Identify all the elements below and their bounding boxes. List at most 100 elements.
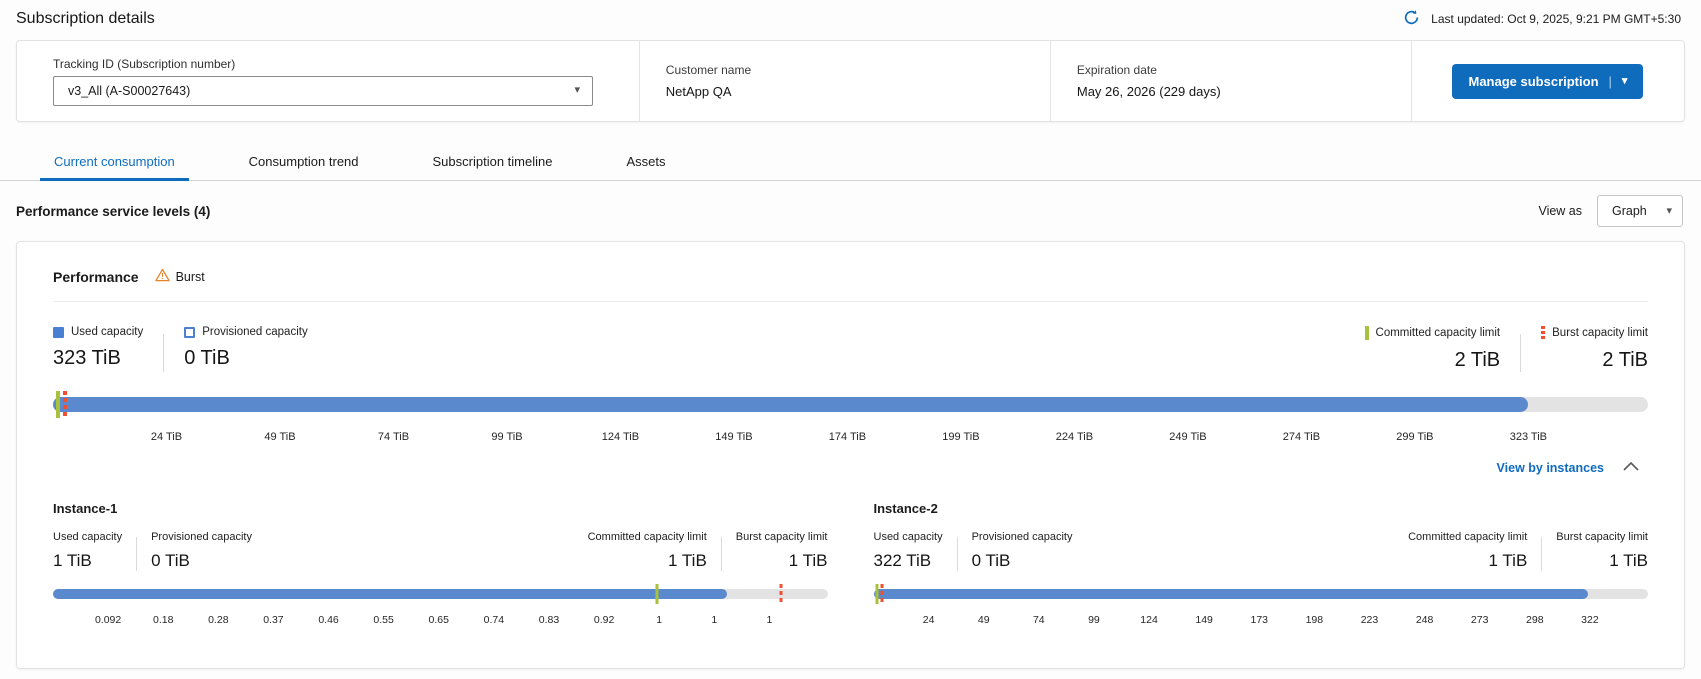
page-title: Subscription details [16,10,155,28]
axis-tick-label: 299 TiB [1396,431,1433,443]
axis-tick-label: 0.46 [318,614,338,626]
provisioned-capacity-value: 0 TiB [972,551,1073,571]
performance-card: Performance Burst Used capacity 323 TiB … [16,241,1685,669]
axis-tick-label: 223 [1361,614,1379,626]
manage-subscription-section: Manage subscription | ▾ [1412,41,1684,121]
legend-left-group: Used capacity 323 TiB Provisioned capaci… [53,326,308,372]
chevron-up-icon[interactable] [1622,459,1640,477]
axis-tick-label: 124 [1140,614,1158,626]
axis-tick-label: 0.18 [153,614,173,626]
performance-title: Performance [53,269,139,285]
burst-limit-swatch-icon [1541,326,1545,340]
axis-tick-label: 99 [1088,614,1100,626]
axis-tick-label: 149 TiB [715,431,752,443]
button-separator: | [1609,74,1612,89]
tab-current-consumption[interactable]: Current consumption [40,144,189,180]
stat-divider [1541,537,1542,571]
instance-capacity-axis: 0.0920.180.280.370.460.550.650.740.830.9… [53,614,828,630]
instance-committed-stat: Committed capacity limit 1 TiB [588,531,707,571]
burst-limit-marker [63,391,67,418]
tab-consumption-trend[interactable]: Consumption trend [235,144,373,180]
chevron-down-icon: ▾ [1622,76,1628,87]
refresh-button[interactable] [1403,9,1420,29]
committed-limit-marker [56,391,60,418]
tab-subscription-timeline[interactable]: Subscription timeline [419,144,567,180]
burst-limit-value: 2 TiB [1602,349,1648,372]
provisioned-capacity-label: Provisioned capacity [202,326,307,338]
axis-tick-label: 24 [923,614,935,626]
burst-limit-marker [780,584,783,604]
last-updated-area: Last updated: Oct 9, 2025, 9:21 PM GMT+5… [1403,9,1681,29]
axis-tick-label: 49 TiB [264,431,295,443]
burst-limit-label: Burst capacity limit [1556,531,1648,543]
tab-bar: Current consumption Consumption trend Su… [0,144,1701,181]
axis-tick-label: 0.28 [208,614,228,626]
axis-tick-label: 0.65 [429,614,449,626]
stat-divider [957,537,958,571]
axis-tick-label: 323 TiB [1510,431,1547,443]
provisioned-capacity-label: Provisioned capacity [972,531,1073,543]
capacity-bar-fill [53,589,727,599]
instance-committed-stat: Committed capacity limit 1 TiB [1408,531,1527,571]
burst-warning-badge: Burst [155,268,205,285]
committed-limit-swatch-icon [1365,326,1369,340]
committed-limit-value: 1 TiB [1489,551,1528,571]
committed-limit-marker [875,584,878,604]
provisioned-capacity-value: 0 TiB [184,347,307,370]
manage-subscription-button[interactable]: Manage subscription | ▾ [1452,64,1643,99]
axis-tick-label: 0.74 [484,614,504,626]
axis-tick-label: 0.83 [539,614,559,626]
tracking-id-section: Tracking ID (Subscription number) v3_All… [17,41,639,121]
instance-burst-stat: Burst capacity limit 1 TiB [736,531,828,571]
axis-tick-label: 49 [978,614,990,626]
axis-tick-label: 74 TiB [378,431,409,443]
provisioned-capacity-swatch-icon [184,327,195,338]
subscription-summary-card: Tracking ID (Subscription number) v3_All… [16,40,1685,122]
customer-name-value: NetApp QA [666,84,1024,99]
instance-name: Instance-1 [53,501,828,516]
overall-capacity-bar [53,386,1648,422]
axis-tick-label: 224 TiB [1056,431,1093,443]
customer-name-section: Customer name NetApp QA [640,41,1050,121]
view-by-instances-link[interactable]: View by instances [1497,461,1604,475]
burst-limit-marker [881,584,884,604]
axis-tick-label: 0.55 [373,614,393,626]
capacity-bar-track [53,397,1648,412]
axis-tick-label: 274 TiB [1283,431,1320,443]
axis-tick-label: 249 TiB [1169,431,1206,443]
axis-tick-label: 174 TiB [829,431,866,443]
instance-burst-stat: Burst capacity limit 1 TiB [1556,531,1648,571]
view-as-control: View as Graph ▾ [1538,195,1683,227]
overall-capacity-axis: 24 TiB49 TiB74 TiB99 TiB124 TiB149 TiB17… [53,431,1648,447]
axis-tick-label: 0.92 [594,614,614,626]
axis-tick-label: 0.092 [95,614,121,626]
tracking-id-select[interactable]: v3_All (A-S00027643) ▾ [53,76,593,106]
used-capacity-label: Used capacity [874,531,943,543]
tab-assets[interactable]: Assets [612,144,679,180]
axis-tick-label: 199 TiB [942,431,979,443]
view-by-instances-row: View by instances [53,459,1648,477]
axis-tick-label: 322 [1581,614,1599,626]
committed-limit-label: Committed capacity limit [1376,327,1501,339]
manage-subscription-label: Manage subscription [1468,74,1598,89]
tracking-id-value: v3_All (A-S00027643) [68,84,190,98]
used-capacity-label: Used capacity [71,326,143,338]
instance-provisioned-stat: Provisioned capacity 0 TiB [151,531,252,571]
instances-section: Instance-1 Used capacity 1 TiB Provision… [53,501,1648,630]
view-as-select[interactable]: Graph ▾ [1597,195,1683,227]
axis-tick-label: 173 [1250,614,1268,626]
instance-panel-1: Instance-1 Used capacity 1 TiB Provision… [53,501,828,630]
axis-tick-label: 74 [1033,614,1045,626]
view-as-label: View as [1538,204,1582,218]
axis-tick-label: 99 TiB [491,431,522,443]
instance-name: Instance-2 [874,501,1649,516]
axis-tick-label: 1 [656,614,662,626]
burst-limit-label: Burst capacity limit [736,531,828,543]
axis-tick-label: 1 [766,614,772,626]
refresh-icon [1403,9,1420,29]
capacity-legend-row: Used capacity 323 TiB Provisioned capaci… [53,326,1648,372]
customer-name-label: Customer name [666,63,1024,77]
view-as-value: Graph [1612,204,1647,218]
section-header: Performance service levels (4) View as G… [16,181,1683,241]
instance-capacity-bar [874,581,1649,607]
